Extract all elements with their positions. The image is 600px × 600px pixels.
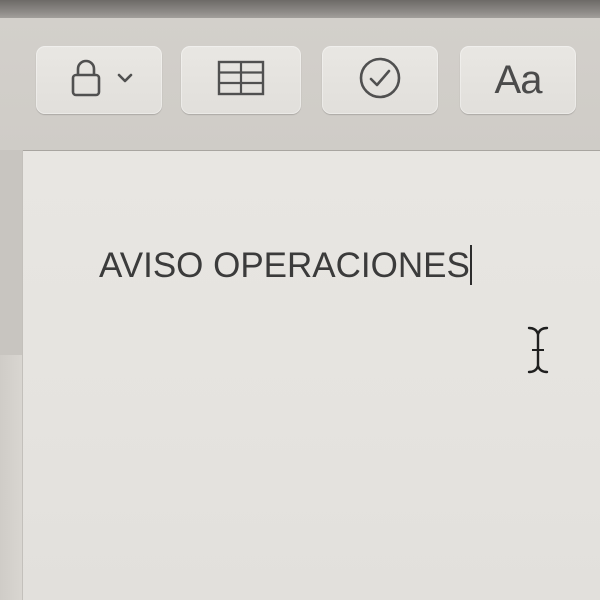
notes-app-window: Aa AVISO OPERACIONES	[0, 0, 600, 600]
checkmark-circle-icon	[357, 55, 403, 106]
note-text: AVISO OPERACIONES	[99, 246, 470, 285]
text-cursor-icon	[523, 323, 553, 384]
chevron-down-icon	[116, 71, 134, 90]
checklist-button[interactable]	[322, 46, 438, 114]
lock-icon	[64, 56, 108, 105]
window-top-edge	[0, 0, 600, 20]
lock-button[interactable]	[36, 46, 162, 114]
note-body-line[interactable]: AVISO OPERACIONES	[99, 245, 472, 286]
table-icon	[217, 59, 265, 102]
format-button[interactable]: Aa	[460, 46, 576, 114]
format-label: Aa	[494, 57, 543, 102]
selected-note-row-edge[interactable]	[0, 150, 22, 355]
table-button[interactable]	[181, 46, 301, 114]
note-editor[interactable]: AVISO OPERACIONES	[23, 151, 600, 600]
toolbar: Aa	[0, 18, 600, 151]
text-caret	[469, 245, 472, 285]
